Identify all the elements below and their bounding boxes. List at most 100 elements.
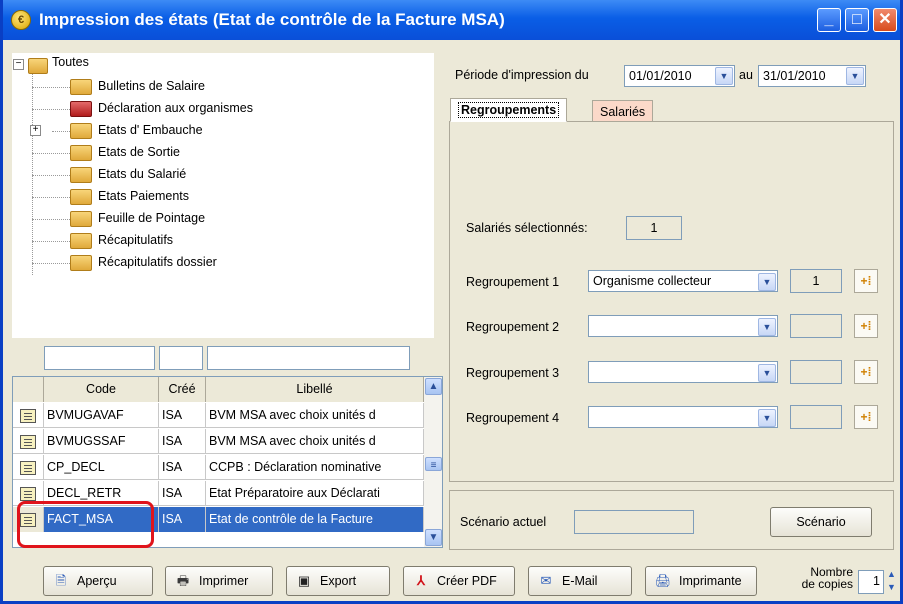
regroupement-3-select[interactable] xyxy=(588,361,778,383)
table-row[interactable]: BVMUGSSAF ISA BVM MSA avec choix unités … xyxy=(13,429,424,454)
date-from-field[interactable]: 01/01/2010 ▼ xyxy=(624,65,735,87)
regroupement-3-label: Regroupement 3 xyxy=(466,366,560,380)
regroupement-4-label: Regroupement 4 xyxy=(466,411,560,425)
chevron-down-icon[interactable]: ▼ xyxy=(758,364,776,382)
column-header-libelle[interactable]: Libellé xyxy=(206,377,424,402)
scenario-panel: Scénario actuel Scénario xyxy=(449,490,894,550)
printer-setup-icon: 🖨 xyxy=(654,573,672,588)
scenario-label: Scénario actuel xyxy=(460,515,547,529)
scroll-down-icon[interactable]: ▼ xyxy=(425,529,442,546)
regroupement-1-value: Organisme collecteur xyxy=(593,274,712,288)
report-icon xyxy=(20,435,36,449)
date-to-field[interactable]: 31/01/2010 ▼ xyxy=(758,65,866,87)
report-icon xyxy=(20,409,36,423)
chevron-down-icon[interactable]: ▼ xyxy=(715,67,733,85)
print-icon: 🖶 xyxy=(176,573,190,588)
grid-scrollbar[interactable]: ▲ ≡ ▼ xyxy=(424,377,442,547)
row-cree: ISA xyxy=(159,429,206,454)
tree-item-recap-dossier[interactable]: Récapitulatifs dossier xyxy=(98,251,217,273)
preview-icon: 🗎 xyxy=(55,573,67,588)
stepper-arrows-icon[interactable]: ▲ ▼ xyxy=(885,568,898,596)
email-button[interactable]: ✉ E-Mail xyxy=(528,566,632,596)
tree-item-salarie[interactable]: Etats du Salarié xyxy=(98,163,186,185)
group-options-icon[interactable]: +⁞ xyxy=(854,405,878,429)
regroupement-4-select[interactable] xyxy=(588,406,778,428)
periode-label: Période d'impression du xyxy=(455,68,589,82)
collapse-icon[interactable]: − xyxy=(13,59,24,70)
group-options-icon[interactable]: +⁞ xyxy=(854,360,878,384)
imprimante-button[interactable]: 🖨 Imprimante xyxy=(645,566,757,596)
row-libelle: Etat de contrôle de la Facture xyxy=(206,507,424,532)
regroupement-2-label: Regroupement 2 xyxy=(466,320,560,334)
copies-label: Nombre de copies xyxy=(801,565,853,591)
regroupement-2-select[interactable] xyxy=(588,315,778,337)
tree-item-pointage[interactable]: Feuille de Pointage xyxy=(98,207,205,229)
tab-regroupements[interactable]: Regroupements xyxy=(450,98,568,122)
row-cree: ISA xyxy=(159,481,206,506)
libelle-filter-input[interactable] xyxy=(207,346,410,370)
tree-item-recapitulatifs[interactable]: Récapitulatifs xyxy=(98,229,173,251)
report-category-tree[interactable]: − Toutes Bulletins de Salaire Déclaratio… xyxy=(12,53,434,338)
row-code: CP_DECL xyxy=(44,455,159,480)
cree-filter-input[interactable] xyxy=(159,346,203,370)
close-button[interactable]: ✕ xyxy=(873,8,897,32)
regroupement-3-count xyxy=(790,360,842,384)
table-row[interactable]: BVMUGAVAF ISA BVM MSA avec choix unités … xyxy=(13,403,424,428)
regroupements-panel: Salariés sélectionnés: 1 Regroupement 1 … xyxy=(449,121,894,482)
selected-count-label: Salariés sélectionnés: xyxy=(466,221,588,235)
folder-icon xyxy=(70,255,92,271)
report-icon xyxy=(20,487,36,501)
regroupement-1-count: 1 xyxy=(790,269,842,293)
group-options-icon[interactable]: +⁞ xyxy=(854,269,878,293)
tree-item-declaration[interactable]: Déclaration aux organismes xyxy=(98,97,253,119)
minimize-button[interactable]: _ xyxy=(817,8,841,32)
tree-item-toutes[interactable]: Toutes xyxy=(52,51,89,73)
window-title: Impression des états (Etat de contrôle d… xyxy=(39,10,505,29)
copies-stepper[interactable]: 1 xyxy=(858,570,884,594)
regroupement-2-count xyxy=(790,314,842,338)
table-row[interactable]: CP_DECL ISA CCPB : Déclaration nominativ… xyxy=(13,455,424,480)
row-libelle: BVM MSA avec choix unités d xyxy=(206,429,424,454)
grid-header: Code Créé Libellé xyxy=(13,377,424,402)
title-bar[interactable]: € Impression des états (Etat de contrôle… xyxy=(3,0,900,40)
tree-item-bulletins[interactable]: Bulletins de Salaire xyxy=(98,75,205,97)
regroupement-4-count xyxy=(790,405,842,429)
au-label: au xyxy=(739,68,753,82)
email-icon: ✉ xyxy=(540,573,552,588)
imprimer-button[interactable]: 🖶 Imprimer xyxy=(165,566,273,596)
scroll-thumb[interactable]: ≡ xyxy=(425,457,442,471)
regroupement-1-select[interactable]: Organisme collecteur xyxy=(588,270,778,292)
apercu-button[interactable]: 🗎 Aperçu xyxy=(43,566,153,596)
column-header-code[interactable]: Code xyxy=(44,377,159,402)
code-filter-input[interactable] xyxy=(44,346,155,370)
create-pdf-button[interactable]: ⅄ Créer PDF xyxy=(403,566,515,596)
row-libelle: CCPB : Déclaration nominative xyxy=(206,455,424,480)
row-cree: ISA xyxy=(159,455,206,480)
selection-highlight-annotation xyxy=(17,501,154,548)
folder-icon xyxy=(70,145,92,161)
pdf-icon: ⅄ xyxy=(417,573,425,588)
tree-item-sortie[interactable]: Etats de Sortie xyxy=(98,141,180,163)
chevron-down-icon[interactable]: ▼ xyxy=(758,409,776,427)
export-button[interactable]: ▣ Export xyxy=(286,566,390,596)
folder-red-icon xyxy=(70,101,92,117)
folder-icon xyxy=(70,211,92,227)
date-from-value: 01/01/2010 xyxy=(629,69,692,83)
folder-icon xyxy=(70,123,92,139)
folder-icon xyxy=(70,233,92,249)
print-window: € Impression des états (Etat de contrôle… xyxy=(0,0,903,604)
maximize-button[interactable]: □ xyxy=(845,8,869,32)
chevron-down-icon[interactable]: ▼ xyxy=(758,318,776,336)
row-code: BVMUGSSAF xyxy=(44,429,159,454)
scenario-button[interactable]: Scénario xyxy=(770,507,872,537)
tab-salaries[interactable]: Salariés xyxy=(592,100,654,122)
tree-item-embauche[interactable]: Etats d' Embauche xyxy=(98,119,203,141)
report-icon xyxy=(20,461,36,475)
scroll-up-icon[interactable]: ▲ xyxy=(425,378,442,395)
group-options-icon[interactable]: +⁞ xyxy=(854,314,878,338)
chevron-down-icon[interactable]: ▼ xyxy=(758,273,776,291)
column-header-cree[interactable]: Créé xyxy=(159,377,206,402)
chevron-down-icon[interactable]: ▼ xyxy=(846,67,864,85)
expand-icon[interactable]: + xyxy=(30,125,41,136)
tree-item-paiements[interactable]: Etats Paiements xyxy=(98,185,189,207)
